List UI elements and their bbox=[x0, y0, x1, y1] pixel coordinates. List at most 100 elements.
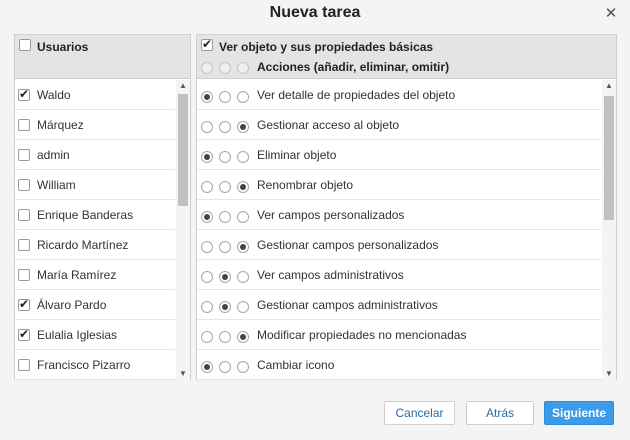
permissions-header: Ver objeto y sus propiedades básicas Acc… bbox=[197, 35, 616, 79]
user-row[interactable]: Waldo bbox=[15, 80, 175, 110]
permission-row: Modificar propiedades no mencionadas bbox=[197, 320, 601, 350]
permissions-scrollbar[interactable]: ▲ ▼ bbox=[602, 80, 616, 380]
permission-label: Cambiar icono bbox=[257, 358, 335, 372]
user-checkbox[interactable] bbox=[18, 269, 30, 281]
permission-label: Ver detalle de propiedades del objeto bbox=[257, 88, 456, 102]
scroll-up-arrow-icon[interactable]: ▲ bbox=[176, 80, 190, 92]
users-list: Waldo Márquez admin William Enrique Banderas… bbox=[15, 80, 175, 380]
user-name: María Ramírez bbox=[37, 268, 117, 282]
allow-radio[interactable] bbox=[201, 270, 213, 283]
permission-label: Ver campos administrativos bbox=[257, 268, 404, 282]
user-name: Márquez bbox=[37, 118, 84, 132]
deny-radio[interactable] bbox=[219, 210, 231, 223]
select-all-users-checkbox[interactable] bbox=[19, 39, 31, 51]
omit-radio[interactable] bbox=[237, 360, 249, 373]
user-checkbox[interactable] bbox=[18, 239, 30, 251]
omit-radio[interactable] bbox=[237, 210, 249, 223]
omit-radio[interactable] bbox=[237, 330, 249, 343]
user-checkbox[interactable] bbox=[18, 179, 30, 191]
omit-radio[interactable] bbox=[237, 270, 249, 283]
permission-radio-group bbox=[201, 269, 255, 283]
permission-radio-group bbox=[201, 299, 255, 313]
actions-add-radio[interactable] bbox=[201, 61, 213, 74]
permission-row: Renombrar objeto bbox=[197, 170, 601, 200]
permission-radio-group bbox=[201, 119, 255, 133]
view-object-checkbox[interactable] bbox=[201, 37, 213, 51]
permission-label: Gestionar acceso al objeto bbox=[257, 118, 400, 132]
allow-radio[interactable] bbox=[201, 180, 213, 193]
allow-radio[interactable] bbox=[201, 150, 213, 163]
actions-header-radios bbox=[201, 60, 255, 74]
omit-radio[interactable] bbox=[237, 240, 249, 253]
omit-radio[interactable] bbox=[237, 90, 249, 103]
allow-radio[interactable] bbox=[201, 300, 213, 313]
user-name: Enrique Banderas bbox=[37, 208, 134, 222]
omit-radio[interactable] bbox=[237, 300, 249, 313]
scroll-up-arrow-icon[interactable]: ▲ bbox=[602, 80, 616, 92]
user-row[interactable]: Eulalia Iglesias bbox=[15, 320, 175, 350]
user-name: Eulalia Iglesias bbox=[37, 328, 118, 342]
omit-radio[interactable] bbox=[237, 150, 249, 163]
permission-label: Modificar propiedades no mencionadas bbox=[257, 328, 467, 342]
user-row[interactable]: admin bbox=[15, 140, 175, 170]
user-row[interactable]: Márquez bbox=[15, 110, 175, 140]
allow-radio[interactable] bbox=[201, 360, 213, 373]
permission-row: Eliminar objeto bbox=[197, 140, 601, 170]
users-panel: Usuarios Waldo Márquez admin William Enrique… bbox=[14, 34, 191, 380]
user-checkbox[interactable] bbox=[18, 359, 30, 371]
deny-radio[interactable] bbox=[219, 300, 231, 313]
permission-label: Gestionar campos personalizados bbox=[257, 238, 439, 252]
permissions-scroll-thumb[interactable] bbox=[604, 96, 614, 220]
allow-radio[interactable] bbox=[201, 240, 213, 253]
user-row[interactable]: Ricardo Martínez bbox=[15, 230, 175, 260]
actions-delete-radio[interactable] bbox=[219, 61, 231, 74]
allow-radio[interactable] bbox=[201, 120, 213, 133]
user-row[interactable]: Francisco Pizarro bbox=[15, 350, 175, 380]
user-row[interactable]: Enrique Banderas bbox=[15, 200, 175, 230]
users-scrollbar[interactable]: ▲ ▼ bbox=[176, 80, 190, 380]
deny-radio[interactable] bbox=[219, 180, 231, 193]
next-button[interactable]: Siguiente bbox=[544, 401, 614, 425]
allow-radio[interactable] bbox=[201, 210, 213, 223]
permission-radio-group bbox=[201, 239, 255, 253]
deny-radio[interactable] bbox=[219, 270, 231, 283]
deny-radio[interactable] bbox=[219, 360, 231, 373]
user-checkbox[interactable] bbox=[18, 327, 30, 341]
permission-label: Eliminar objeto bbox=[257, 148, 337, 162]
user-checkbox[interactable] bbox=[18, 297, 30, 311]
cancel-button[interactable]: Cancelar bbox=[384, 401, 455, 425]
user-row[interactable]: William bbox=[15, 170, 175, 200]
user-checkbox[interactable] bbox=[18, 149, 30, 161]
close-icon[interactable]: ✕ bbox=[604, 6, 618, 21]
permission-row: Ver detalle de propiedades del objeto bbox=[197, 80, 601, 110]
user-checkbox[interactable] bbox=[18, 209, 30, 221]
permission-radio-group bbox=[201, 179, 255, 193]
actions-header-label: Acciones (añadir, eliminar, omitir) bbox=[257, 60, 450, 74]
user-row[interactable]: Álvaro Pardo bbox=[15, 290, 175, 320]
permission-radio-group bbox=[201, 359, 255, 373]
back-button[interactable]: Atrás bbox=[466, 401, 534, 425]
allow-radio[interactable] bbox=[201, 90, 213, 103]
deny-radio[interactable] bbox=[219, 150, 231, 163]
permission-label: Renombrar objeto bbox=[257, 178, 354, 192]
user-checkbox[interactable] bbox=[18, 87, 30, 101]
deny-radio[interactable] bbox=[219, 90, 231, 103]
permissions-panel: Ver objeto y sus propiedades básicas Acc… bbox=[196, 34, 617, 380]
user-checkbox[interactable] bbox=[18, 119, 30, 131]
user-name: William bbox=[37, 178, 76, 192]
user-row[interactable]: María Ramírez bbox=[15, 260, 175, 290]
omit-radio[interactable] bbox=[237, 180, 249, 193]
dialog-titlebar: Nueva tarea ✕ bbox=[0, 0, 630, 30]
deny-radio[interactable] bbox=[219, 240, 231, 253]
permissions-list: Ver detalle de propiedades del objeto Ges… bbox=[197, 80, 601, 380]
permission-label: Gestionar campos administrativos bbox=[257, 298, 438, 312]
actions-omit-radio[interactable] bbox=[237, 61, 249, 74]
scroll-down-arrow-icon[interactable]: ▼ bbox=[602, 368, 616, 380]
deny-radio[interactable] bbox=[219, 120, 231, 133]
allow-radio[interactable] bbox=[201, 330, 213, 343]
user-name: Francisco Pizarro bbox=[37, 358, 131, 372]
deny-radio[interactable] bbox=[219, 330, 231, 343]
scroll-down-arrow-icon[interactable]: ▼ bbox=[176, 368, 190, 380]
omit-radio[interactable] bbox=[237, 120, 249, 133]
users-scroll-thumb[interactable] bbox=[178, 94, 188, 206]
